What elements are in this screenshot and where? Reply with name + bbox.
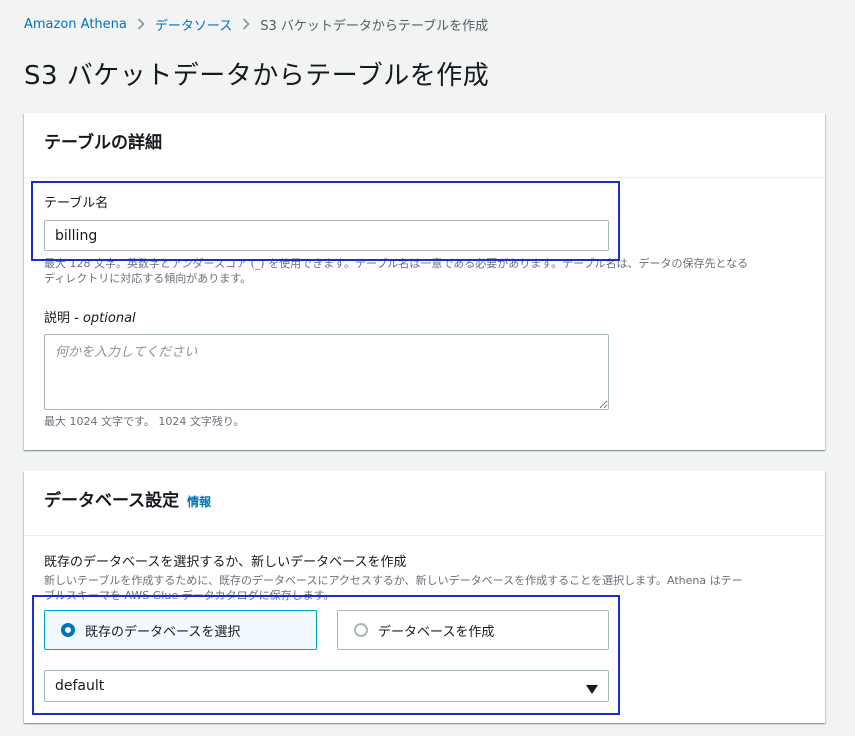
page-title: S3 バケットデータからテーブルを作成 bbox=[24, 61, 490, 91]
info-link[interactable]: 情報 bbox=[187, 489, 211, 515]
table-name-label: テーブル名 bbox=[44, 196, 109, 211]
radio-checked-icon[interactable] bbox=[61, 623, 75, 637]
breadcrumb: Amazon Athena データソース S3 バケットデータからテーブルを作成 bbox=[24, 14, 488, 34]
database-settings-header: データベース設定 情報 bbox=[24, 471, 825, 536]
description-optional-text: - optional bbox=[70, 311, 136, 326]
database-choice-description-line-1: 新しいテーブルを作成するために、既存のデータベースにアクセスするか、新しいデータ… bbox=[44, 574, 743, 587]
database-choice-description: 新しいテーブルを作成するために、既存のデータベースにアクセスするか、新しいデータ… bbox=[44, 573, 743, 603]
chevron-right-icon bbox=[137, 18, 145, 30]
breadcrumb-amazon-athena[interactable]: Amazon Athena bbox=[24, 17, 127, 32]
table-details-header: テーブルの詳細 bbox=[24, 113, 825, 178]
chevron-right-icon bbox=[242, 18, 250, 30]
caret-down-icon bbox=[586, 682, 598, 698]
database-choice-label: 既存のデータベースを選択するか、新しいデータベースを作成 bbox=[44, 555, 407, 570]
tile-existing-database[interactable]: 既存のデータベースを選択 bbox=[44, 610, 317, 650]
description-label: 説明 - optional bbox=[44, 310, 136, 328]
database-select[interactable]: default bbox=[44, 670, 609, 702]
database-settings-heading: データベース設定 bbox=[44, 491, 180, 511]
table-name-constraint: 最大 128 文字。英数字とアンダースコア (_) を使用できます。テーブル名は… bbox=[44, 256, 748, 286]
description-label-text: 説明 bbox=[44, 311, 71, 326]
table-details-panel: テーブルの詳細 テーブル名 最大 128 文字。英数字とアンダースコア (_) … bbox=[24, 113, 825, 450]
database-choice-description-line-2: ブルスキーマを AWS Glue データカタログに保存します。 bbox=[44, 589, 335, 602]
breadcrumb-data-sources[interactable]: データソース bbox=[155, 15, 232, 34]
description-textarea[interactable] bbox=[44, 334, 609, 410]
tile-create-database-label: データベースを作成 bbox=[378, 624, 495, 640]
table-details-heading: テーブルの詳細 bbox=[44, 133, 162, 153]
description-constraint: 最大 1024 文字です。 1024 文字残り。 bbox=[44, 415, 245, 428]
tile-create-database[interactable]: データベースを作成 bbox=[337, 610, 609, 650]
breadcrumb-current: S3 バケットデータからテーブルを作成 bbox=[260, 18, 489, 34]
radio-unchecked-icon[interactable] bbox=[354, 623, 368, 637]
table-name-constraint-line-2: ディレクトリに対応する傾向があります。 bbox=[44, 272, 252, 285]
database-select-value: default bbox=[55, 678, 105, 694]
database-settings-panel: データベース設定 情報 既存のデータベースを選択するか、新しいデータベースを作成… bbox=[24, 471, 825, 723]
table-name-input[interactable] bbox=[44, 220, 609, 251]
tile-existing-database-label: 既存のデータベースを選択 bbox=[85, 624, 241, 640]
table-name-constraint-line-1: 最大 128 文字。英数字とアンダースコア (_) を使用できます。テーブル名は… bbox=[44, 257, 749, 270]
